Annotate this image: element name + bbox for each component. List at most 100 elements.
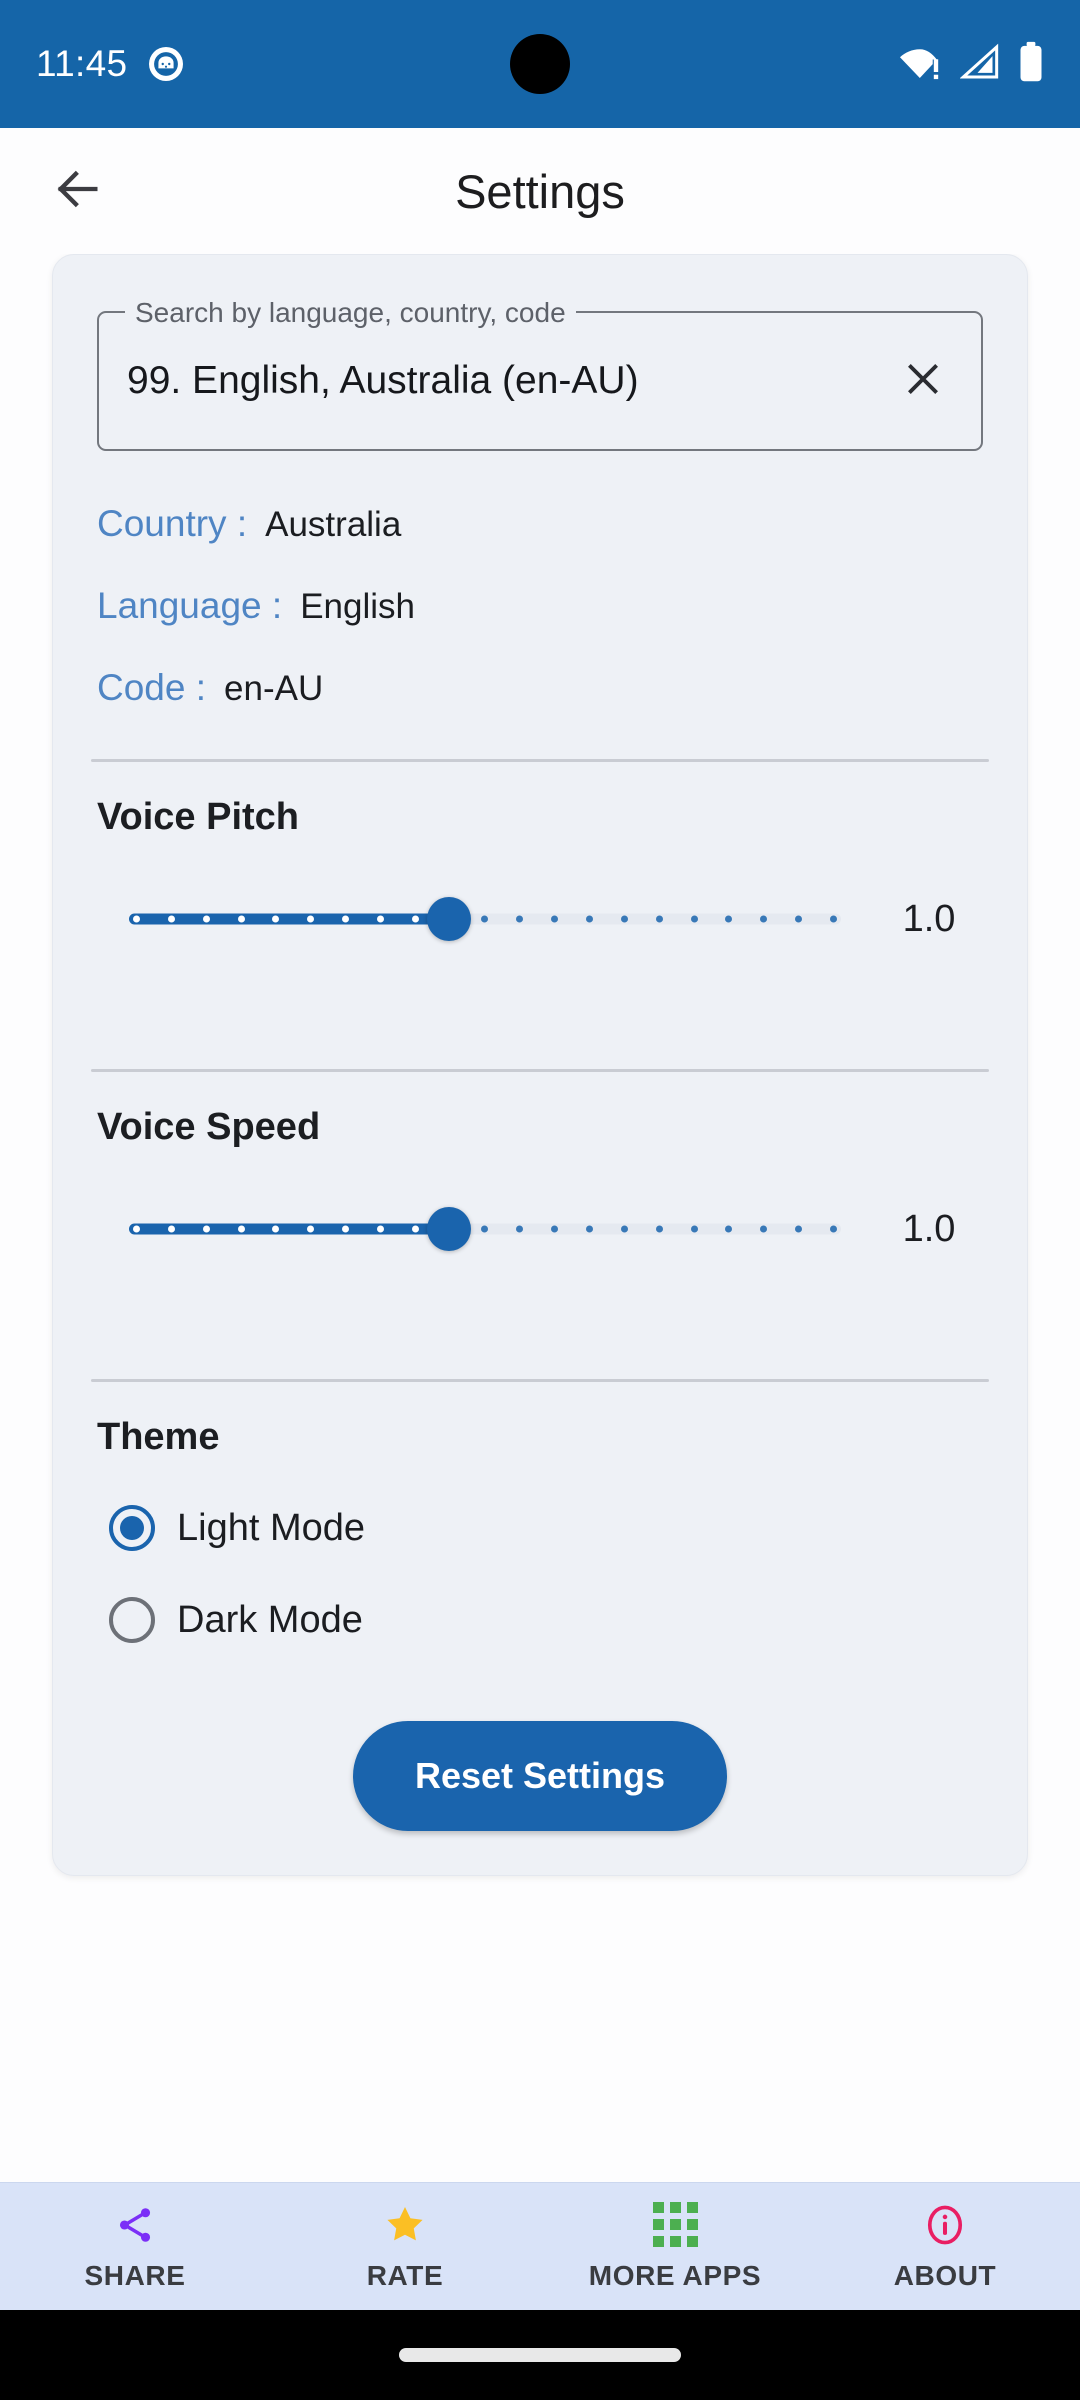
theme-option-light-mode[interactable]: Light Mode xyxy=(109,1505,989,1551)
info-row-code: Code : en-AU xyxy=(97,667,989,709)
app-bar: Settings xyxy=(0,128,1080,254)
settings-card: Search by language, country, code 99. En… xyxy=(52,254,1028,1876)
page-title: Settings xyxy=(455,164,625,218)
slider-tick xyxy=(481,915,489,923)
voice-speed-slider[interactable] xyxy=(129,1201,841,1257)
slider-tick xyxy=(272,1225,280,1233)
slider-tick xyxy=(760,915,768,923)
slider-tick xyxy=(481,1225,489,1233)
slider-tick xyxy=(620,1225,628,1233)
info-row-country: Country : Australia xyxy=(97,503,989,545)
country-label: Country : xyxy=(97,503,248,544)
gesture-home-pill[interactable] xyxy=(399,2348,681,2362)
slider-tick xyxy=(829,915,837,923)
wifi-warning-icon xyxy=(898,42,942,87)
radio-dark-mode-icon[interactable] xyxy=(109,1597,155,1643)
slider-tick xyxy=(725,1225,733,1233)
language-label: Language : xyxy=(97,585,283,626)
slider-tick xyxy=(202,1225,210,1233)
voice-speed-value: 1.0 xyxy=(902,1207,956,1250)
back-button[interactable] xyxy=(40,153,116,229)
slider-tick xyxy=(585,1225,593,1233)
slider-tick xyxy=(516,1225,524,1233)
voice-speed-section: Voice Speed 1.0 xyxy=(91,1072,989,1329)
slider-tick xyxy=(551,1225,559,1233)
app-notification-icon xyxy=(149,47,184,81)
status-bar-right xyxy=(898,41,1044,88)
status-bar-left: 11:45 xyxy=(36,43,184,85)
slider-tick xyxy=(760,1225,768,1233)
slider-ticks xyxy=(129,1224,841,1235)
theme-option-label: Dark Mode xyxy=(177,1598,363,1641)
nav-item-more-apps[interactable]: MORE APPS xyxy=(540,2202,810,2292)
gesture-navigation-bar xyxy=(0,2310,1080,2400)
slider-tick xyxy=(342,915,350,923)
code-value: en-AU xyxy=(224,669,324,708)
slider-tick xyxy=(307,915,315,923)
slider-tick xyxy=(829,1225,837,1233)
slider-tick xyxy=(655,1225,663,1233)
slider-tick xyxy=(551,915,559,923)
slider-tick xyxy=(167,915,175,923)
camera-punch-hole xyxy=(510,34,570,94)
theme-option-dark-mode[interactable]: Dark Mode xyxy=(109,1597,989,1643)
voice-pitch-slider[interactable] xyxy=(129,891,841,947)
voice-speed-slider-row: 1.0 xyxy=(91,1201,989,1329)
grid-apps-icon xyxy=(652,2202,698,2248)
close-icon xyxy=(902,358,944,405)
language-value: English xyxy=(300,587,415,626)
slider-tick xyxy=(655,915,663,923)
cellular-signal-icon xyxy=(959,42,1000,87)
nav-item-share[interactable]: SHARE xyxy=(0,2202,270,2292)
info-row-language: Language : English xyxy=(97,585,989,627)
code-label: Code : xyxy=(97,667,207,708)
nav-item-about[interactable]: ABOUT xyxy=(810,2202,1080,2292)
radio-light-mode-icon[interactable] xyxy=(109,1505,155,1551)
slider-tick xyxy=(376,915,384,923)
slider-tick xyxy=(167,1225,175,1233)
reset-button-wrapper: Reset Settings xyxy=(91,1721,989,1831)
bottom-navigation-bar: SHARE RATE MORE APPS ABOUT xyxy=(0,2182,1080,2310)
slider-tick xyxy=(376,1225,384,1233)
slider-tick xyxy=(237,1225,245,1233)
nav-label-rate: RATE xyxy=(366,2259,444,2291)
battery-full-icon xyxy=(1018,41,1044,88)
slider-tick xyxy=(795,915,803,923)
slider-ticks xyxy=(129,914,841,925)
slider-tick xyxy=(795,1225,803,1233)
nav-label-share: SHARE xyxy=(84,2259,186,2291)
country-value: Australia xyxy=(265,505,402,544)
slider-tick xyxy=(272,915,280,923)
settings-content: Search by language, country, code 99. En… xyxy=(0,254,1080,2182)
info-circle-icon xyxy=(923,2202,967,2248)
clear-search-button[interactable] xyxy=(893,351,953,411)
theme-title: Theme xyxy=(97,1416,220,1458)
language-search-input[interactable]: 99. English, Australia (en-AU) xyxy=(127,359,893,403)
theme-option-label: Light Mode xyxy=(177,1506,366,1549)
back-arrow-icon xyxy=(52,163,104,220)
slider-tick xyxy=(307,1225,315,1233)
slider-tick xyxy=(202,915,210,923)
slider-tick xyxy=(133,1225,140,1233)
voice-pitch-section: Voice Pitch 1.0 xyxy=(91,762,989,1019)
language-search-field-wrapper: Search by language, country, code 99. En… xyxy=(97,293,983,451)
slider-tick xyxy=(725,915,733,923)
nav-item-rate[interactable]: RATE xyxy=(270,2202,540,2292)
share-icon xyxy=(114,2202,156,2248)
slider-tick xyxy=(411,915,419,923)
voice-pitch-value: 1.0 xyxy=(902,897,956,940)
star-icon xyxy=(383,2202,427,2248)
slider-tick xyxy=(411,1225,419,1233)
slider-tick xyxy=(620,915,628,923)
reset-settings-button[interactable]: Reset Settings xyxy=(352,1721,728,1831)
language-search-label: Search by language, country, code xyxy=(125,297,576,329)
language-search-field[interactable]: Search by language, country, code 99. En… xyxy=(97,297,983,451)
slider-thumb[interactable] xyxy=(427,1207,472,1251)
slider-tick xyxy=(237,915,245,923)
slider-thumb[interactable] xyxy=(427,897,472,941)
nav-label-more-apps: MORE APPS xyxy=(588,2259,762,2291)
slider-tick xyxy=(516,915,524,923)
slider-tick xyxy=(690,915,698,923)
voice-speed-title: Voice Speed xyxy=(97,1106,321,1148)
theme-section: Theme Light Mode Dark Mode xyxy=(91,1382,989,1643)
